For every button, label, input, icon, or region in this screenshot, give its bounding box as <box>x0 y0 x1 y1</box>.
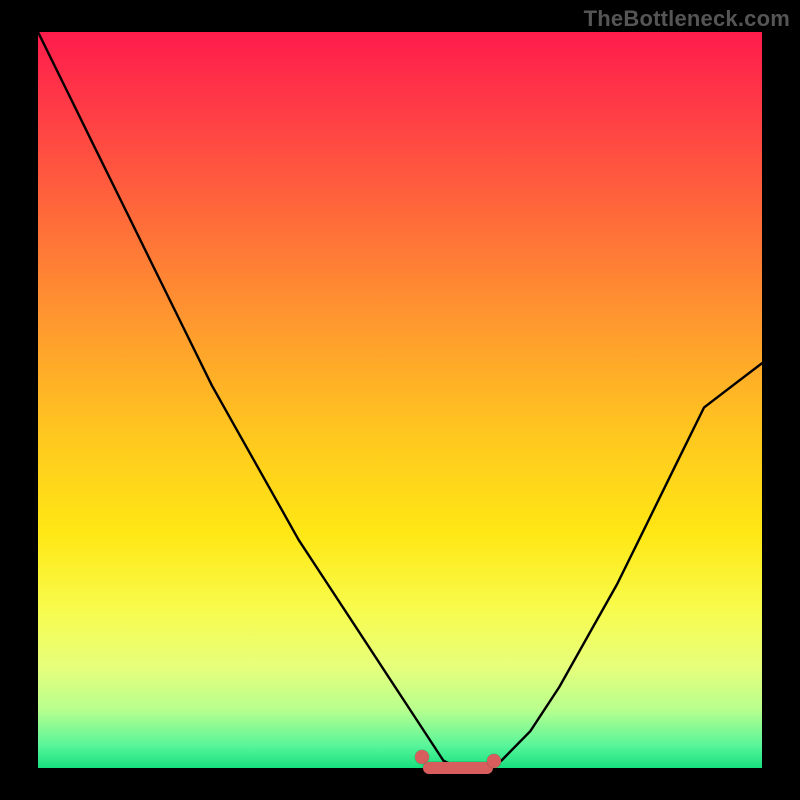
bottleneck-curve <box>38 32 762 768</box>
chart-frame: TheBottleneck.com <box>0 0 800 800</box>
watermark-text: TheBottleneck.com <box>584 6 790 32</box>
plot-area <box>38 32 762 768</box>
curve-path <box>38 32 762 768</box>
